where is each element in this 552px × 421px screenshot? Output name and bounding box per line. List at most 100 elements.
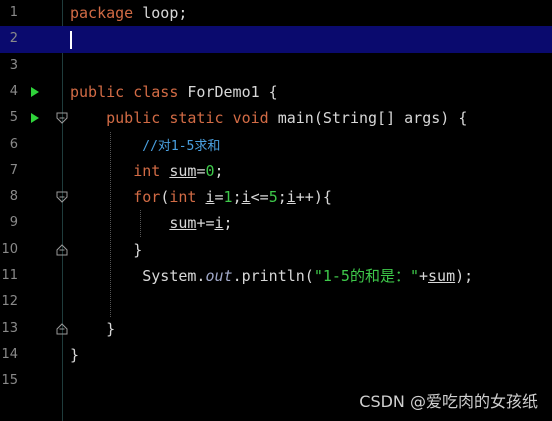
variable: i — [241, 188, 251, 207]
code-token: } — [70, 345, 80, 364]
code-token: <= — [250, 188, 269, 207]
code-token: = — [214, 188, 224, 207]
fold-collapse-icon[interactable] — [56, 112, 68, 124]
code-text[interactable] — [70, 26, 72, 52]
comment: //对1-5求和 — [142, 138, 221, 154]
code-line[interactable]: 1 package loop; — [0, 0, 552, 26]
code-editor[interactable]: 1 package loop; 2 3 4 public class ForDemo1 {… — [0, 0, 552, 421]
code-text[interactable]: //对1-5求和 — [70, 132, 220, 160]
variable: i — [286, 188, 296, 207]
code-token: ; — [277, 188, 287, 207]
code-line[interactable]: 11 System.out.println("1-5的和是："+sum); — [0, 263, 552, 289]
variable: i — [214, 214, 224, 233]
code-text[interactable]: public static void main(String[] args) { — [70, 105, 467, 131]
line-number: 4 — [9, 83, 18, 99]
line-number: 7 — [9, 162, 18, 178]
line-number: 13 — [1, 320, 18, 336]
line-number: 3 — [9, 57, 18, 73]
line-number: 14 — [1, 346, 18, 362]
code-token: .println( — [232, 267, 314, 285]
code-token: + — [419, 267, 429, 285]
fold-end-icon[interactable] — [56, 322, 68, 335]
variable: sum — [428, 267, 456, 285]
variable: i — [205, 188, 215, 207]
code-token: ; — [223, 214, 233, 233]
keyword: for — [133, 188, 161, 207]
code-text[interactable]: } — [70, 237, 142, 263]
code-line[interactable]: 2 — [0, 26, 552, 53]
number-literal: 1 — [223, 188, 233, 207]
code-line[interactable]: 10 } — [0, 237, 552, 263]
line-number: 2 — [9, 31, 18, 47]
keyword: public — [70, 82, 125, 101]
code-text[interactable]: } — [70, 316, 115, 342]
code-text[interactable]: } — [70, 342, 79, 368]
code-line[interactable]: 5 public static void main(String[] args)… — [0, 105, 552, 131]
code-line[interactable]: 14} — [0, 342, 552, 368]
line-number: 8 — [9, 189, 18, 205]
code-text[interactable]: int sum=0; — [70, 158, 224, 184]
line-number: 12 — [1, 294, 18, 310]
keyword: public — [106, 109, 161, 128]
variable: sum — [169, 161, 197, 180]
code-line[interactable]: 9 sum+=i; — [0, 210, 552, 236]
line-number: 6 — [9, 136, 18, 152]
code-line[interactable]: 6 //对1-5求和 — [0, 132, 552, 158]
code-token: } — [70, 319, 116, 338]
keyword: static — [169, 109, 224, 128]
code-line[interactable]: 3 — [0, 53, 552, 79]
indent-guide — [110, 132, 111, 317]
keyword: void — [232, 109, 269, 128]
code-token: ; — [232, 188, 242, 207]
code-token: ( — [160, 188, 170, 207]
keyword: package — [70, 4, 134, 22]
keyword: class — [133, 82, 179, 101]
code-token: System. — [70, 267, 206, 285]
text-cursor — [70, 30, 72, 49]
code-line[interactable]: 8 for(int i=1;i<=5;i++){ — [0, 184, 552, 210]
code-token: } — [70, 240, 143, 259]
code-text[interactable]: public class ForDemo1 { — [70, 79, 278, 105]
code-line[interactable]: 4 public class ForDemo1 { — [0, 79, 552, 105]
line-number: 10 — [1, 241, 18, 257]
code-token: ; — [214, 161, 224, 180]
method-name: main — [277, 109, 314, 128]
code-line[interactable]: 12 — [0, 289, 552, 315]
fold-collapse-icon[interactable] — [56, 191, 68, 203]
string-literal: "1-5的和是：" — [313, 267, 419, 285]
run-icon[interactable] — [31, 113, 39, 124]
code-token: ++){ — [295, 188, 332, 207]
line-number: 1 — [9, 5, 18, 20]
code-token: loop; — [133, 4, 188, 22]
code-text[interactable]: sum+=i; — [70, 210, 233, 236]
number-literal: 0 — [205, 161, 215, 180]
code-token: ); — [455, 267, 474, 285]
number-literal: 5 — [268, 188, 278, 207]
code-text[interactable]: System.out.println("1-5的和是："+sum); — [70, 263, 473, 289]
fold-end-icon[interactable] — [56, 243, 68, 256]
variable: sum — [169, 214, 197, 233]
line-number: 15 — [1, 373, 18, 389]
static-field: out — [205, 267, 233, 285]
code-line[interactable]: 7 int sum=0; — [0, 158, 552, 184]
keyword: int — [169, 188, 197, 207]
indent-guide — [140, 210, 141, 237]
watermark: CSDN @爱吃肉的女孩纸 — [359, 392, 538, 411]
run-icon[interactable] — [31, 86, 39, 97]
code-token: += — [196, 214, 215, 233]
code-text[interactable]: package loop; — [70, 0, 187, 26]
code-token: ForDemo1 { — [178, 82, 278, 101]
keyword: int — [133, 161, 161, 180]
line-number: 9 — [9, 215, 18, 231]
code-line[interactable]: 13 } — [0, 316, 552, 342]
